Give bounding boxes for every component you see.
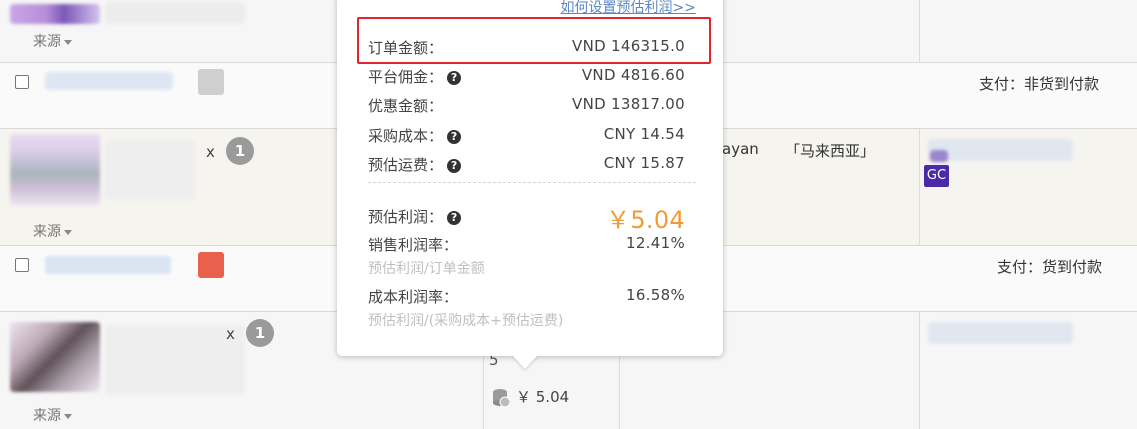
column-divider [919, 0, 920, 62]
cost-margin-value: 16.58% [626, 286, 685, 304]
sales-margin-label: 销售利润率： [368, 236, 459, 254]
how-to-set-profit-link[interactable]: 如何设置预估利润>> [561, 0, 696, 17]
destination-name: ayan [722, 140, 759, 158]
order-checkbox[interactable] [15, 75, 29, 89]
product-title-blurred [105, 140, 195, 200]
destination-country: 「马来西亚」 [785, 142, 876, 160]
logistics-blurred [928, 322, 1073, 344]
source-label: 来源 [33, 224, 61, 240]
payment-method-label: 支付：货到付款 [997, 258, 1103, 276]
estimated-profit-line: 预估利润：? ￥5.04 [368, 206, 692, 234]
purchase-cost-label: 采购成本： [368, 127, 444, 145]
logistics-icon-blurred [930, 150, 948, 162]
payment-method-label: 支付：非货到付款 [979, 75, 1100, 93]
help-icon[interactable]: ? [447, 130, 462, 144]
estimated-profit-trigger[interactable]: ￥ 5.04 [492, 386, 569, 408]
popover-arrow [512, 355, 538, 369]
order-number-blurred[interactable] [45, 256, 171, 274]
order-list: 来源 支付：非货到付款 x 1 来源 ayan 「马来西亚」 GC 支付：货到付… [0, 0, 1137, 429]
product-image-blurred [10, 134, 100, 206]
sales-margin-value: 12.41% [626, 234, 685, 252]
source-dropdown[interactable]: 来源 [33, 31, 72, 51]
source-dropdown[interactable]: 来源 [33, 221, 72, 241]
sales-margin-formula: 预估利润/订单金额 [368, 261, 485, 277]
caret-down-icon [64, 39, 72, 45]
column-divider [919, 311, 920, 429]
order-number-blurred[interactable] [45, 72, 173, 90]
help-icon[interactable]: ? [447, 211, 462, 225]
quantity-prefix: x [226, 325, 235, 343]
platform-commission-line: 平台佣金：? VND 4816.60 [368, 66, 692, 88]
coin-stack-icon [493, 388, 510, 407]
product-image-blurred [10, 322, 100, 392]
quantity-badge: 1 [246, 319, 274, 347]
estimated-profit-label: 预估利润： [368, 208, 444, 226]
discount-amount-value: VND 13817.00 [572, 95, 685, 113]
logistics-blurred [928, 139, 1073, 161]
cost-margin-label: 成本利润率： [368, 288, 459, 306]
source-label: 来源 [33, 408, 61, 424]
estimated-shipping-value: CNY 15.87 [603, 154, 685, 172]
product-title-blurred [105, 2, 245, 24]
cost-margin-line: 成本利润率： 16.58% [368, 286, 692, 308]
estimated-shipping-label: 预估运费： [368, 156, 444, 174]
quantity-prefix: x [206, 143, 215, 161]
platform-commission-value: VND 4816.60 [581, 66, 685, 84]
product-title-blurred [105, 325, 245, 395]
purchase-cost-value: CNY 14.54 [603, 125, 685, 143]
estimated-profit-value: ￥ 5.04 [516, 388, 570, 406]
order-amount-line: 订单金额： VND 146315.0 [368, 37, 692, 59]
product-image-blurred [10, 4, 100, 24]
status-square-gray [198, 69, 224, 95]
source-dropdown[interactable]: 来源 [33, 405, 72, 425]
purchase-cost-line: 采购成本：? CNY 14.54 [368, 125, 692, 147]
caret-down-icon [64, 413, 72, 419]
caret-down-icon [64, 229, 72, 235]
separator [368, 182, 696, 183]
cost-margin-formula: 预估利润/(采购成本+预估运费) [368, 313, 564, 329]
discount-amount-label: 优惠金额： [368, 97, 444, 115]
order-amount-label: 订单金额： [368, 39, 444, 57]
discount-amount-line: 优惠金额： VND 13817.00 [368, 95, 692, 117]
order-amount-value: VND 146315.0 [572, 37, 685, 55]
order-checkbox[interactable] [15, 258, 29, 272]
estimated-profit-big-value: ￥5.04 [606, 206, 685, 234]
source-label: 来源 [33, 34, 61, 50]
estimated-shipping-line: 预估运费：? CNY 15.87 [368, 154, 692, 176]
status-square-red [198, 252, 224, 278]
platform-commission-label: 平台佣金： [368, 68, 444, 86]
help-icon[interactable]: ? [447, 159, 462, 173]
quantity-badge: 1 [226, 137, 254, 165]
profit-breakdown-popover: 如何设置预估利润>> 订单金额： VND 146315.0 平台佣金：? VND… [337, 0, 723, 356]
sales-margin-line: 销售利润率： 12.41% [368, 234, 692, 256]
gc-badge: GC [924, 165, 949, 187]
column-divider [919, 128, 920, 245]
help-icon[interactable]: ? [447, 71, 462, 85]
